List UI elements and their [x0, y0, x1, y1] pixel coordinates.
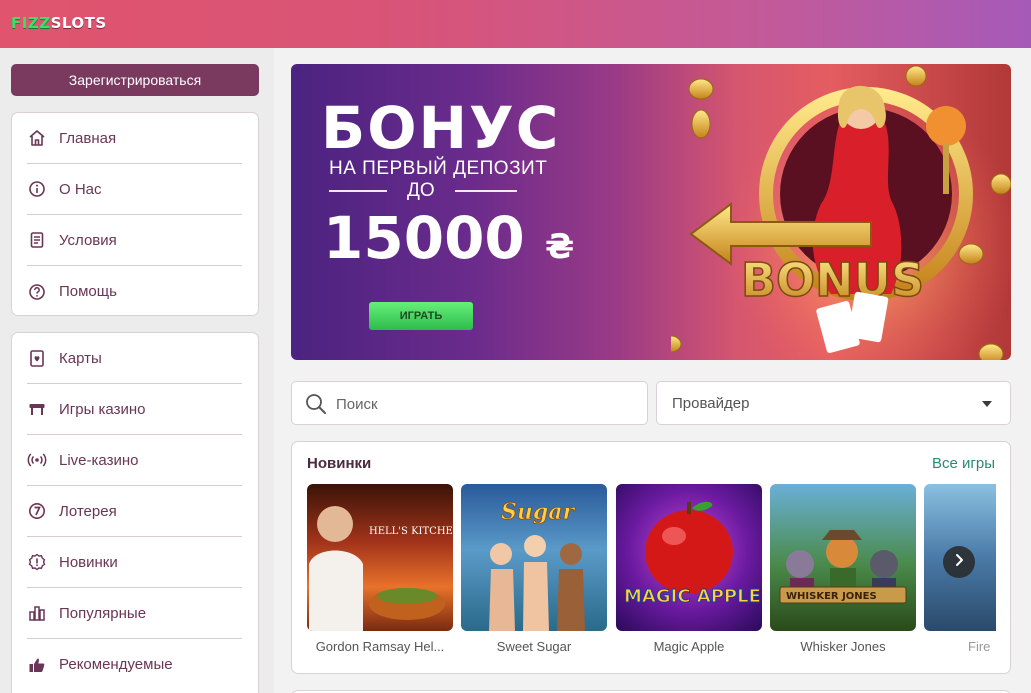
bar-chart-icon	[27, 603, 47, 623]
sidebar-item-terms[interactable]: Условия	[27, 215, 242, 266]
thumb-text: MAGIC APPLE	[624, 586, 761, 607]
sidebar-item-home[interactable]: Главная	[27, 113, 242, 164]
sidebar-item-about[interactable]: О Нас	[27, 164, 242, 215]
all-games-link[interactable]: Все игры	[932, 455, 995, 472]
banner-currency: ₴	[545, 227, 575, 267]
broadcast-icon	[27, 450, 47, 470]
game-card-gordon-ramsay[interactable]: HELL'S KITCHEN Gordon Ramsay Hel...	[307, 484, 453, 654]
table-icon	[27, 399, 47, 419]
chevron-right-icon	[952, 553, 966, 572]
sidebar-item-label: Популярные	[59, 604, 147, 622]
carousel-next-button[interactable]	[943, 546, 975, 578]
sidebar-item-popular[interactable]: Популярные	[27, 588, 242, 639]
sidebar-item-label: Live-казино	[59, 451, 139, 469]
home-icon	[27, 128, 47, 148]
banner-amount: 15000 ₴	[323, 204, 574, 272]
game-name: Fire	[968, 639, 991, 654]
game-name: Whisker Jones	[800, 639, 886, 654]
chevron-down-icon	[982, 401, 992, 407]
banner-art-text: BONUS	[741, 253, 924, 307]
search-field[interactable]	[291, 381, 648, 425]
sidebar-item-label: Условия	[59, 231, 117, 249]
game-name: Sweet Sugar	[496, 639, 572, 654]
search-input[interactable]	[336, 393, 636, 415]
thumb-text: WHISKER JONES	[786, 591, 877, 602]
game-thumbnail[interactable]: HELL'S KITCHEN	[307, 484, 453, 631]
sidebar-item-label: Карты	[59, 349, 102, 367]
banner-upto: ДО	[407, 180, 435, 201]
new-games-section: Новинки Все игры HELL'S KITCHEN Gordon R…	[291, 441, 1011, 674]
game-thumbnail[interactable]: WHISKER JONES	[770, 484, 916, 631]
search-icon	[305, 393, 327, 420]
top-bar: FIZZSLOTS	[0, 0, 1031, 48]
logo-text-slots: SLOTS	[50, 14, 107, 32]
sidebar-item-label: Лотерея	[59, 502, 117, 520]
sidebar-item-help[interactable]: Помощь	[27, 266, 242, 317]
sidebar-item-live-casino[interactable]: Live-казино	[27, 435, 242, 486]
sidebar-item-label: Помощь	[59, 283, 117, 300]
info-icon	[27, 179, 47, 199]
fizzslots-logo[interactable]: FIZZSLOTS	[11, 14, 107, 32]
sidebar-item-label: Рекомендуемые	[59, 656, 173, 673]
game-name: Magic Apple	[653, 639, 725, 654]
banner-divider-right	[455, 190, 517, 192]
register-button[interactable]: Зарегистрироваться	[11, 64, 259, 96]
sidebar-item-casino-games[interactable]: Игры казино	[27, 384, 242, 435]
logo-text-fizz: FIZZ	[11, 14, 51, 32]
game-card-whisker-jones[interactable]: WHISKER JONES Whisker Jones	[770, 484, 916, 654]
games-menu: Карты Игры казино Live-казино Лотерея Но…	[11, 332, 259, 693]
new-badge-icon	[27, 552, 47, 572]
sidebar-item-new[interactable]: Новинки	[27, 537, 242, 588]
thumb-text: Sugar	[501, 499, 576, 525]
banner-amount-value: 15000	[323, 204, 525, 272]
game-card-sweet-sugar[interactable]: Sugar Sweet Sugar	[461, 484, 607, 654]
help-icon	[27, 282, 47, 302]
sidebar-item-label: Новинки	[59, 553, 118, 571]
game-thumbnail[interactable]: Sugar	[461, 484, 607, 631]
promo-banner[interactable]: БОНУС НА ПЕРВЫЙ ДЕПОЗИТ ДО 15000 ₴ ИГРАТ…	[291, 64, 1011, 360]
sidebar-item-lottery[interactable]: Лотерея	[27, 486, 242, 537]
play-button[interactable]: ИГРАТЬ	[369, 302, 473, 330]
cards-icon	[27, 348, 47, 368]
sidebar-item-cards[interactable]: Карты	[27, 333, 242, 384]
section-title: Новинки	[307, 455, 372, 472]
banner-title: БОНУС	[321, 94, 561, 162]
main-content: БОНУС НА ПЕРВЫЙ ДЕПОЗИТ ДО 15000 ₴ ИГРАТ…	[274, 48, 1031, 693]
lottery-icon	[27, 501, 47, 521]
sidebar-item-label: О Нас	[59, 180, 102, 198]
bonus-artwork: BONUS	[671, 65, 1011, 360]
game-card-magic-apple[interactable]: MAGIC APPLE Magic Apple	[616, 484, 762, 654]
document-icon	[27, 230, 47, 250]
provider-select[interactable]: Провайдер	[656, 381, 1011, 425]
sidebar: Зарегистрироваться Главная О Нас Условия…	[0, 48, 274, 693]
info-menu: Главная О Нас Условия Помощь	[11, 112, 259, 316]
thumb-text: HELL'S KITCHEN	[369, 526, 453, 537]
game-thumbnail[interactable]: MAGIC APPLE	[616, 484, 762, 631]
sidebar-item-label: Игры казино	[59, 400, 146, 418]
sidebar-item-label: Главная	[59, 129, 117, 147]
thumbs-up-icon	[27, 655, 47, 675]
banner-subtitle: НА ПЕРВЫЙ ДЕПОЗИТ	[329, 158, 548, 179]
sidebar-item-recommended[interactable]: Рекомендуемые	[27, 639, 242, 690]
game-name: Gordon Ramsay Hel...	[315, 639, 445, 654]
banner-divider-left	[329, 190, 387, 192]
provider-select-label: Провайдер	[672, 395, 750, 412]
